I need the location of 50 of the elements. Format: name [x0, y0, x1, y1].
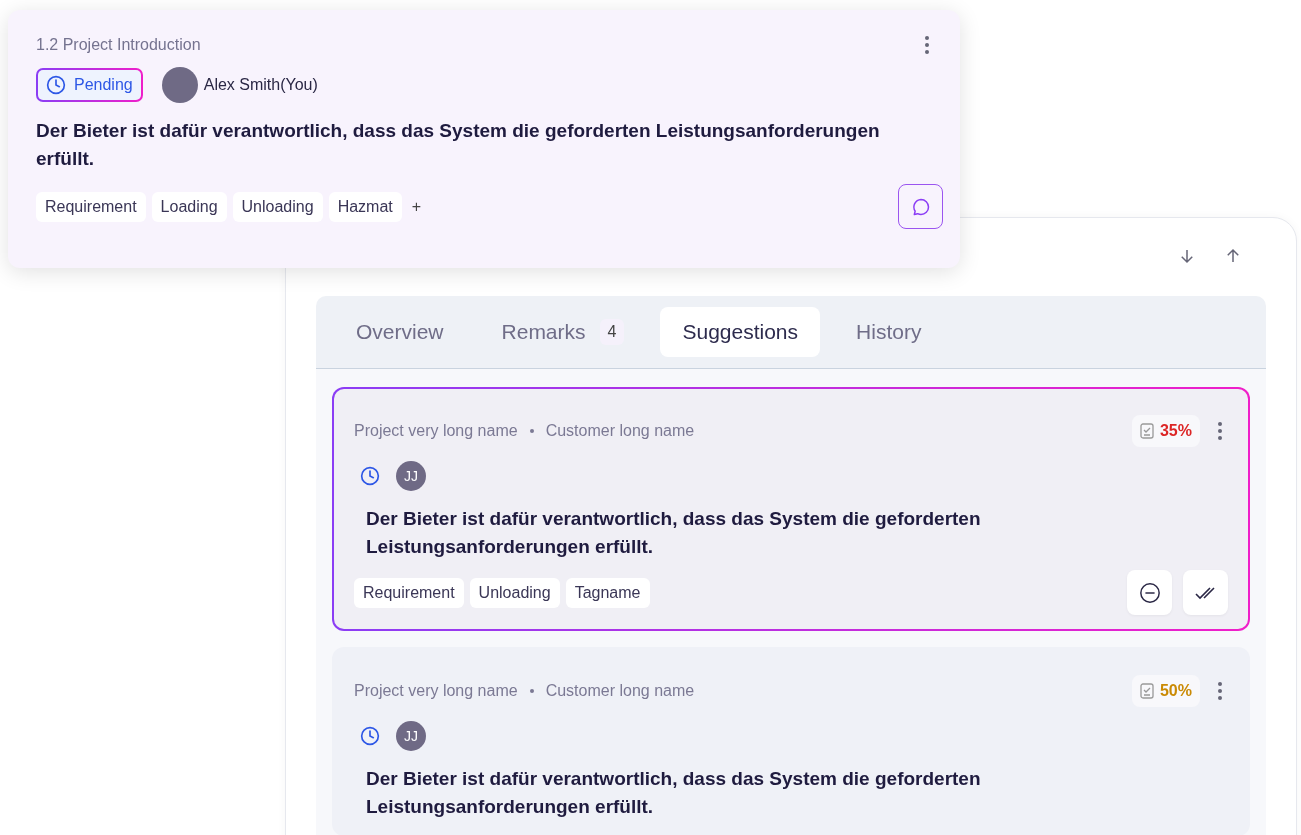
more-icon [925, 36, 929, 54]
tag: Unloading [232, 191, 323, 222]
add-tag-button[interactable]: + [401, 197, 432, 216]
tag: Hazmat [328, 191, 402, 222]
tab[interactable]: Overview [334, 307, 466, 357]
clock-icon [360, 726, 380, 747]
section-title: 1.2 Project Introduction [36, 36, 201, 54]
checklist-icon [1139, 423, 1154, 439]
count-badge: 4 [599, 319, 625, 345]
suggestion-card[interactable]: Project very long name Customer long name 35% JJ Der Bieter ist dafür verantwortlich, dass das System die geforderten Leistungsanforderungen erfüllt. Requirement Unloading Tagname [332, 387, 1250, 632]
arrow-down-icon [1178, 247, 1196, 265]
suggestion-text: Der Bieter ist dafür verantwortlich, dass das System die geforderten Leistungsanforderungen erfüllt. [366, 767, 982, 819]
avatar: JJ [396, 461, 426, 491]
project-name: Project very long name [354, 682, 518, 701]
customer-name: Customer long name [545, 422, 695, 440]
clock-icon [46, 75, 66, 95]
arrow-down-button[interactable] [1178, 247, 1196, 265]
tag: Requirement [354, 577, 464, 608]
suggestion-text: Der Bieter ist dafür verantwortlich, dass das System die geforderten Leistungsanforderungen erfüllt. [366, 507, 982, 559]
arrow-up-button[interactable] [1224, 247, 1242, 265]
more-icon [1218, 682, 1222, 701]
checklist-icon [1139, 683, 1154, 700]
minus-circle-icon [1138, 581, 1161, 604]
score-badge: 35% [1131, 415, 1200, 447]
double-check-icon [1194, 585, 1217, 600]
tab[interactable]: History [834, 307, 944, 357]
avatar: JJ [396, 721, 426, 752]
customer-name: Customer long name [545, 682, 695, 701]
user-name: Alex Smith(You) [203, 76, 318, 94]
status-button[interactable]: Pending [36, 68, 143, 102]
separator-dot [529, 429, 534, 433]
speech-bubble-icon [910, 196, 931, 217]
arrow-up-icon [1224, 247, 1242, 265]
clock-icon [360, 466, 380, 486]
requirement-text: Der Bieter ist dafür verantwortlich, dass das System die geforderten Leistungsanforderungen erfüllt. [36, 119, 881, 171]
tag: Tagname [565, 577, 650, 608]
comment-button[interactable] [898, 184, 943, 230]
tag: Requirement [36, 191, 146, 222]
separator-dot [529, 689, 534, 694]
reject-button[interactable] [1127, 570, 1172, 616]
tab[interactable]: Remarks 4 [479, 306, 647, 358]
avatar [161, 67, 198, 103]
accept-button[interactable] [1183, 570, 1228, 616]
tag: Loading [151, 191, 227, 222]
suggestion-card[interactable]: Project very long name Customer long name 50% JJ Der Bieter ist dafür verantwortlich, dass das System die geforderten Leistungsanforderungen erfüllt. [332, 647, 1250, 835]
project-name: Project very long name [354, 422, 518, 440]
score-badge: 50% [1131, 675, 1200, 708]
tag: Unloading [469, 577, 560, 608]
more-icon [1218, 422, 1222, 440]
tab[interactable]: Suggestions [660, 307, 821, 357]
